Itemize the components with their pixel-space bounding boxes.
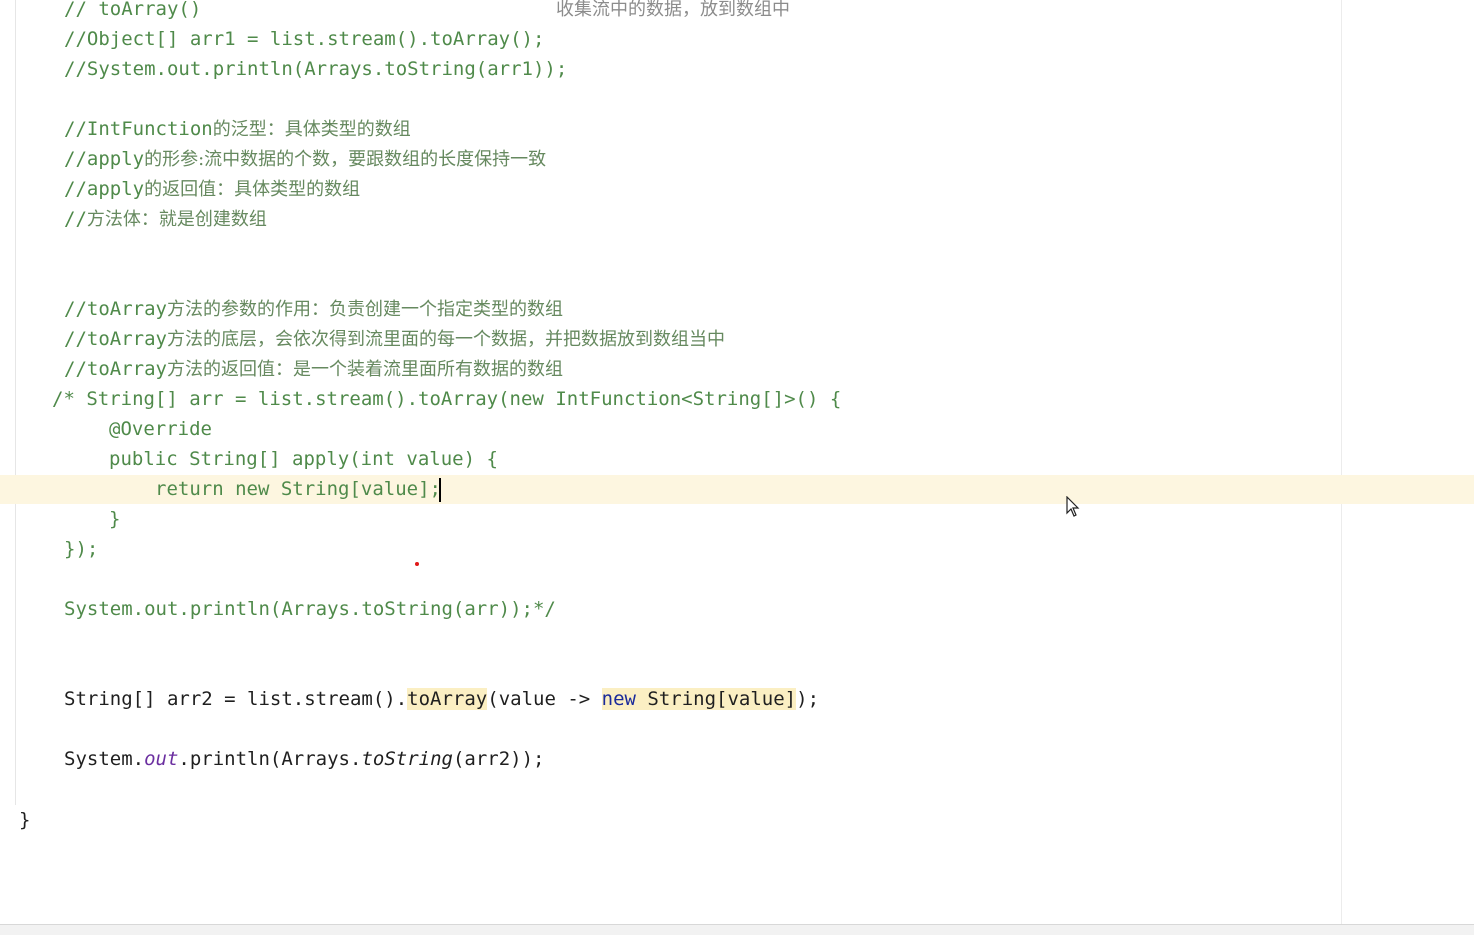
block-comment-text: }); xyxy=(64,538,99,560)
comment-text: //toArray xyxy=(64,298,167,320)
code-line-11[interactable]: //toArray方法的参数的作用：负责创建一个指定类型的数组 xyxy=(64,294,563,324)
block-comment-text: @Override xyxy=(109,418,212,440)
comment-text: // toArray() xyxy=(64,0,202,20)
static-method: toString xyxy=(361,748,453,770)
indent-guide xyxy=(15,0,16,805)
code-text: String[] arr2 = list.stream(). xyxy=(64,688,408,710)
static-field: out xyxy=(144,748,179,770)
code-line-28[interactable]: } xyxy=(19,805,30,835)
code-line-24[interactable]: String[] arr2 = list.stream().toArray(va… xyxy=(64,684,819,714)
block-comment-text: public String[] apply(int value) { xyxy=(109,448,498,470)
keyword-new: new xyxy=(601,688,636,710)
text-caret xyxy=(439,478,441,502)
closing-brace: } xyxy=(19,809,31,831)
code-text: (value -> xyxy=(487,688,602,710)
block-comment-text: System.out.println(Arrays.toString(arr))… xyxy=(64,598,556,620)
code-line-16[interactable]: public String[] apply(int value) { xyxy=(109,444,498,474)
comment-text: //toArray xyxy=(64,328,167,350)
comment-text: // xyxy=(64,208,87,230)
comment-chinese: 方法的返回值：是一个装着流里面所有数据的数组 xyxy=(166,359,563,380)
code-text: (arr2)); xyxy=(452,748,545,770)
breakpoint-dot xyxy=(415,562,419,566)
code-line-12[interactable]: //toArray方法的底层，会依次得到流里面的每一个数据，并把数据放到数组当中 xyxy=(64,324,725,354)
code-line-5[interactable]: //IntFunction的泛型：具体类型的数组 xyxy=(64,114,411,144)
comment-chinese: 的返回值：具体类型的数组 xyxy=(144,179,361,200)
code-line-3[interactable]: //System.out.println(Arrays.toString(arr… xyxy=(64,54,567,84)
comment-chinese: 方法体：就是创建数组 xyxy=(86,209,267,230)
block-comment-text: /* String[] arr = list.stream().toArray(… xyxy=(52,388,842,410)
block-comment-text: return new String[value]; xyxy=(155,478,441,500)
code-line-19[interactable]: }); xyxy=(64,534,98,564)
comment-chinese: 的形参:流中数据的个数，要跟数组的长度保持一致 xyxy=(144,149,547,170)
comment-chinese: 的泛型：具体类型的数组 xyxy=(212,119,411,140)
code-text: System. xyxy=(64,748,145,770)
comment-text: //IntFunction xyxy=(64,118,213,140)
code-line-26[interactable]: System.out.println(Arrays.toString(arr2)… xyxy=(64,744,544,774)
code-text: ); xyxy=(796,688,820,710)
code-line-7[interactable]: //apply的返回值：具体类型的数组 xyxy=(64,174,360,204)
status-bar xyxy=(0,924,1474,935)
right-margin-line xyxy=(1341,0,1342,925)
code-line-21[interactable]: System.out.println(Arrays.toString(arr))… xyxy=(64,594,556,624)
code-line-15[interactable]: @Override xyxy=(109,414,212,444)
code-line-6[interactable]: //apply的形参:流中数据的个数，要跟数组的长度保持一致 xyxy=(64,144,546,174)
comment-chinese: 方法的底层，会依次得到流里面的每一个数据，并把数据放到数组当中 xyxy=(166,329,725,350)
code-highlight: String[value] xyxy=(635,688,797,710)
code-editor[interactable]: // toArray() 收集流中的数据，放到数组中 //Object[] ar… xyxy=(0,0,1474,935)
header-note: 收集流中的数据，放到数组中 xyxy=(556,0,790,24)
comment-text: //System.out.println(Arrays.toString(arr… xyxy=(64,58,568,80)
comment-chinese: 方法的参数的作用：负责创建一个指定类型的数组 xyxy=(166,299,563,320)
code-line-18[interactable]: } xyxy=(109,504,120,534)
mouse-cursor-icon xyxy=(1066,496,1080,517)
code-line-8[interactable]: //方法体：就是创建数组 xyxy=(64,204,267,234)
code-line-13[interactable]: //toArray方法的返回值：是一个装着流里面所有数据的数组 xyxy=(64,354,563,384)
code-line-17[interactable]: return new String[value]; xyxy=(155,474,441,504)
method-highlight: toArray xyxy=(407,688,488,710)
comment-text: //Object[] arr1 = list.stream().toArray(… xyxy=(64,28,545,50)
code-line-1[interactable]: // toArray() xyxy=(64,0,201,24)
comment-text: //apply xyxy=(64,148,145,170)
code-line-14[interactable]: /* String[] arr = list.stream().toArray(… xyxy=(52,384,841,414)
code-text: .println(Arrays. xyxy=(178,748,362,770)
comment-text: //toArray xyxy=(64,358,167,380)
code-line-2[interactable]: //Object[] arr1 = list.stream().toArray(… xyxy=(64,24,544,54)
block-comment-text: } xyxy=(109,508,121,530)
note-text: 收集流中的数据，放到数组中 xyxy=(556,0,790,20)
comment-text: //apply xyxy=(64,178,145,200)
